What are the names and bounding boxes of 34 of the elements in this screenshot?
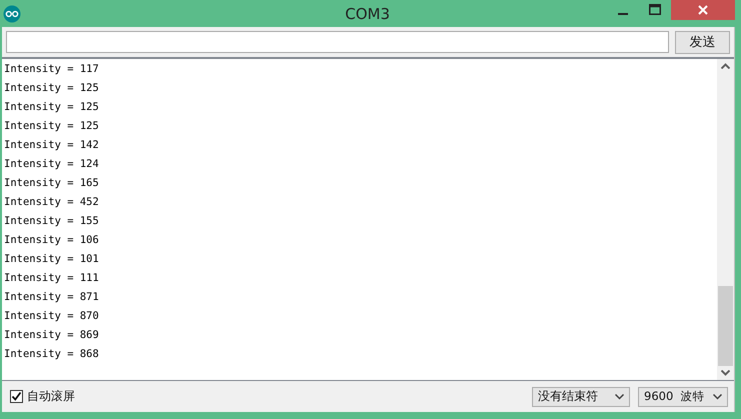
scroll-down-icon[interactable] <box>721 370 730 376</box>
output-line: Intensity = 869 <box>4 328 100 343</box>
chevron-down-icon <box>615 394 624 400</box>
checkbox[interactable] <box>10 390 23 403</box>
scrollbar[interactable] <box>717 59 734 380</box>
output-line: Intensity = 871 <box>4 290 100 305</box>
output-line: Intensity = 111 <box>4 271 100 286</box>
baud-rate-dropdown[interactable]: 9600 波特 <box>638 386 728 406</box>
output-line: Intensity = 124 <box>4 157 100 172</box>
output-line: Intensity = 868 <box>4 347 100 362</box>
input-field[interactable] <box>6 31 669 53</box>
window-title: COM3 <box>345 5 390 23</box>
send-button[interactable]: 发送 <box>675 30 730 54</box>
output-line: Intensity = 117 <box>4 62 100 77</box>
output-line: Intensity = 125 <box>4 119 100 134</box>
output-line: Intensity = 106 <box>4 233 100 248</box>
maximize-icon[interactable] <box>649 4 661 15</box>
chevron-down-icon <box>713 394 722 400</box>
output-line: Intensity = 870 <box>4 309 100 324</box>
scroll-up-icon[interactable] <box>721 63 730 69</box>
close-icon <box>698 5 708 15</box>
output-line: Intensity = 125 <box>4 81 100 96</box>
output-line: Intensity = 452 <box>4 195 100 210</box>
autoscroll-label: 自动滚屏 <box>27 388 75 405</box>
output-line: Intensity = 125 <box>4 100 100 115</box>
close-button[interactable] <box>671 0 735 20</box>
minimize-icon[interactable] <box>617 12 629 16</box>
output-line: Intensity = 101 <box>4 252 100 267</box>
output-line: Intensity = 155 <box>4 214 100 229</box>
output-line: Intensity = 142 <box>4 138 100 153</box>
line-ending-dropdown[interactable]: 没有结束符 <box>532 386 630 406</box>
output-line: Intensity = 165 <box>4 176 100 191</box>
scrollbar-thumb[interactable] <box>718 286 733 366</box>
app-logo-icon <box>3 4 21 22</box>
